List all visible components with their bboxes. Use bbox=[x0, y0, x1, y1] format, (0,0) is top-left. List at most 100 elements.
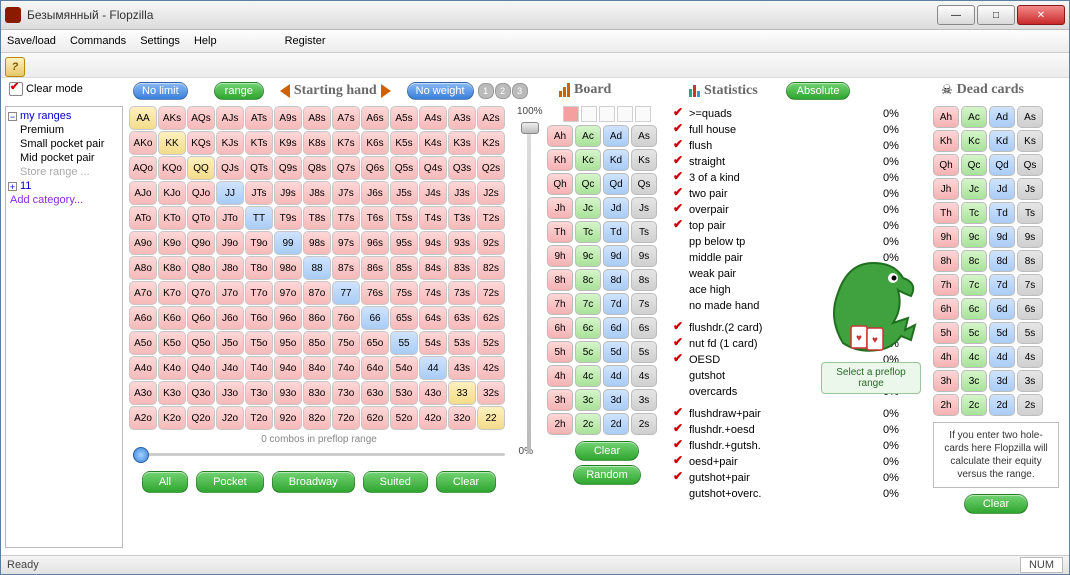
hand-cell[interactable]: 62s bbox=[477, 306, 505, 330]
hand-cell[interactable]: T6s bbox=[361, 206, 389, 230]
card-button[interactable]: 3c bbox=[961, 370, 987, 392]
card-button[interactable]: 7c bbox=[575, 293, 601, 315]
card-button[interactable]: Ks bbox=[1017, 130, 1043, 152]
hand-cell[interactable]: Q5o bbox=[187, 331, 215, 355]
hand-cell[interactable]: Q8s bbox=[303, 156, 331, 180]
hand-cell[interactable]: KQs bbox=[187, 131, 215, 155]
card-button[interactable]: 7s bbox=[1017, 274, 1043, 296]
card-button[interactable]: Jc bbox=[961, 178, 987, 200]
hand-cell[interactable]: 75o bbox=[332, 331, 360, 355]
card-button[interactable]: Qh bbox=[547, 173, 573, 195]
no-weight-button[interactable]: No weight bbox=[407, 82, 474, 100]
hand-cell[interactable]: 33 bbox=[448, 381, 476, 405]
maximize-button[interactable]: □ bbox=[977, 5, 1015, 25]
hand-cell[interactable]: Q9o bbox=[187, 231, 215, 255]
card-button[interactable]: 6s bbox=[631, 317, 657, 339]
hand-cell[interactable]: A6s bbox=[361, 106, 389, 130]
card-button[interactable]: Ts bbox=[631, 221, 657, 243]
hand-cell[interactable]: J9o bbox=[216, 231, 244, 255]
card-button[interactable]: 6d bbox=[989, 298, 1015, 320]
card-button[interactable]: 7h bbox=[933, 274, 959, 296]
hand-cell[interactable]: 72o bbox=[332, 406, 360, 430]
card-button[interactable]: 3h bbox=[547, 389, 573, 411]
weight-ball-1[interactable]: 1 bbox=[478, 83, 494, 99]
card-button[interactable]: As bbox=[1017, 106, 1043, 128]
hand-cell[interactable]: AQo bbox=[129, 156, 157, 180]
card-button[interactable]: Js bbox=[1017, 178, 1043, 200]
card-button[interactable]: 2c bbox=[961, 394, 987, 416]
stat-row[interactable]: gutshot+pair0% bbox=[673, 470, 913, 486]
card-button[interactable]: 7c bbox=[961, 274, 987, 296]
stat-row[interactable]: two pair0% bbox=[673, 186, 913, 202]
card-button[interactable]: 4c bbox=[575, 365, 601, 387]
card-button[interactable]: Ad bbox=[603, 125, 629, 147]
hand-cell[interactable]: A9s bbox=[274, 106, 302, 130]
hand-cell[interactable]: J4s bbox=[419, 181, 447, 205]
tree-item-premium[interactable]: Premium bbox=[8, 123, 120, 137]
card-button[interactable]: 3d bbox=[989, 370, 1015, 392]
card-button[interactable]: Td bbox=[603, 221, 629, 243]
hand-cell[interactable]: 76o bbox=[332, 306, 360, 330]
card-button[interactable]: 6c bbox=[961, 298, 987, 320]
hand-cell[interactable]: K5o bbox=[158, 331, 186, 355]
hand-cell[interactable]: KJs bbox=[216, 131, 244, 155]
tree-item-mid-pp[interactable]: Mid pocket pair bbox=[8, 151, 120, 165]
hand-cell[interactable]: 52o bbox=[390, 406, 418, 430]
hand-cell[interactable]: 87s bbox=[332, 256, 360, 280]
hand-cell[interactable]: 93s bbox=[448, 231, 476, 255]
dead-clear-button[interactable]: Clear bbox=[964, 494, 1028, 514]
stat-row[interactable]: gutshot+overc.0% bbox=[673, 486, 913, 502]
hand-cell[interactable]: T8s bbox=[303, 206, 331, 230]
card-button[interactable]: 8c bbox=[575, 269, 601, 291]
hand-cell[interactable]: AKs bbox=[158, 106, 186, 130]
card-button[interactable]: Ts bbox=[1017, 202, 1043, 224]
hand-cell[interactable]: 96o bbox=[274, 306, 302, 330]
stat-row[interactable]: flush0% bbox=[673, 138, 913, 154]
hand-cell[interactable]: 86s bbox=[361, 256, 389, 280]
card-button[interactable]: 9s bbox=[631, 245, 657, 267]
hand-cell[interactable]: Q3o bbox=[187, 381, 215, 405]
hand-cell[interactable]: J2s bbox=[477, 181, 505, 205]
card-button[interactable]: Kd bbox=[603, 149, 629, 171]
card-button[interactable]: Jh bbox=[933, 178, 959, 200]
card-button[interactable]: 7d bbox=[603, 293, 629, 315]
card-button[interactable]: 5s bbox=[1017, 322, 1043, 344]
card-button[interactable]: 9h bbox=[933, 226, 959, 248]
hand-cell[interactable]: 95s bbox=[390, 231, 418, 255]
hand-cell[interactable]: Q7s bbox=[332, 156, 360, 180]
hand-cell[interactable]: Q5s bbox=[390, 156, 418, 180]
hand-cell[interactable]: K3s bbox=[448, 131, 476, 155]
card-button[interactable]: 5c bbox=[575, 341, 601, 363]
hand-cell[interactable]: 82s bbox=[477, 256, 505, 280]
hand-cell[interactable]: AQs bbox=[187, 106, 215, 130]
card-button[interactable]: Ah bbox=[933, 106, 959, 128]
hand-cell[interactable]: 88 bbox=[303, 256, 331, 280]
card-button[interactable]: Ks bbox=[631, 149, 657, 171]
card-button[interactable]: 5h bbox=[547, 341, 573, 363]
hand-cell[interactable]: Q2o bbox=[187, 406, 215, 430]
hand-cell[interactable]: TT bbox=[245, 206, 273, 230]
hand-cell[interactable]: T3s bbox=[448, 206, 476, 230]
hand-cell[interactable]: K2s bbox=[477, 131, 505, 155]
hand-cell[interactable]: K7o bbox=[158, 281, 186, 305]
hand-cell[interactable]: 98o bbox=[274, 256, 302, 280]
suited-button[interactable]: Suited bbox=[363, 471, 428, 493]
hand-cell[interactable]: J5o bbox=[216, 331, 244, 355]
card-button[interactable]: Kh bbox=[547, 149, 573, 171]
hand-cell[interactable]: 32o bbox=[448, 406, 476, 430]
hand-cell[interactable]: Q7o bbox=[187, 281, 215, 305]
range-slider[interactable]: 0% bbox=[133, 447, 505, 461]
hand-cell[interactable]: QTo bbox=[187, 206, 215, 230]
hand-cell[interactable]: 83s bbox=[448, 256, 476, 280]
menu-commands[interactable]: Commands bbox=[70, 35, 126, 47]
card-button[interactable]: Tc bbox=[575, 221, 601, 243]
hand-cell[interactable]: J6s bbox=[361, 181, 389, 205]
hand-cell[interactable]: T8o bbox=[245, 256, 273, 280]
help-icon[interactable]: ? bbox=[5, 57, 25, 77]
hand-cell[interactable]: 75s bbox=[390, 281, 418, 305]
hand-cell[interactable]: T5o bbox=[245, 331, 273, 355]
hand-cell[interactable]: J9s bbox=[274, 181, 302, 205]
card-button[interactable]: Kd bbox=[989, 130, 1015, 152]
hand-cell[interactable]: 99 bbox=[274, 231, 302, 255]
hand-cell[interactable]: T4o bbox=[245, 356, 273, 380]
